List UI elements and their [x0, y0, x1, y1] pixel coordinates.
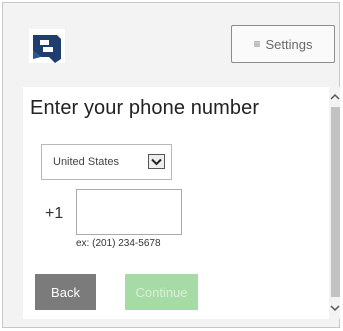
settings-button-label: Settings: [265, 36, 313, 52]
settings-button[interactable]: ≡ Settings: [231, 25, 335, 63]
country-select[interactable]: United States: [41, 144, 172, 180]
back-button[interactable]: Back: [35, 274, 96, 310]
brand-logo-icon: [29, 29, 65, 63]
login-frame: ≡ Settings Enter your phone number Unite…: [2, 2, 340, 328]
page-title: Enter your phone number: [30, 97, 260, 119]
hamburger-icon: ≡: [253, 37, 261, 51]
scrollbar-thumb[interactable]: [331, 107, 340, 297]
chevron-down-icon[interactable]: [329, 299, 340, 317]
phone-number-input[interactable]: [76, 189, 182, 235]
country-code-label: +1: [45, 205, 64, 222]
continue-button[interactable]: Continue: [125, 274, 198, 310]
phone-entry-panel: Enter your phone number United States +1…: [23, 87, 329, 319]
chevron-up-icon[interactable]: [329, 87, 340, 105]
vertical-scrollbar[interactable]: [329, 87, 340, 319]
chevron-down-icon[interactable]: [148, 154, 165, 169]
phone-example-hint: ex: (201) 234-5678: [76, 238, 161, 249]
country-select-value: United States: [53, 156, 120, 168]
